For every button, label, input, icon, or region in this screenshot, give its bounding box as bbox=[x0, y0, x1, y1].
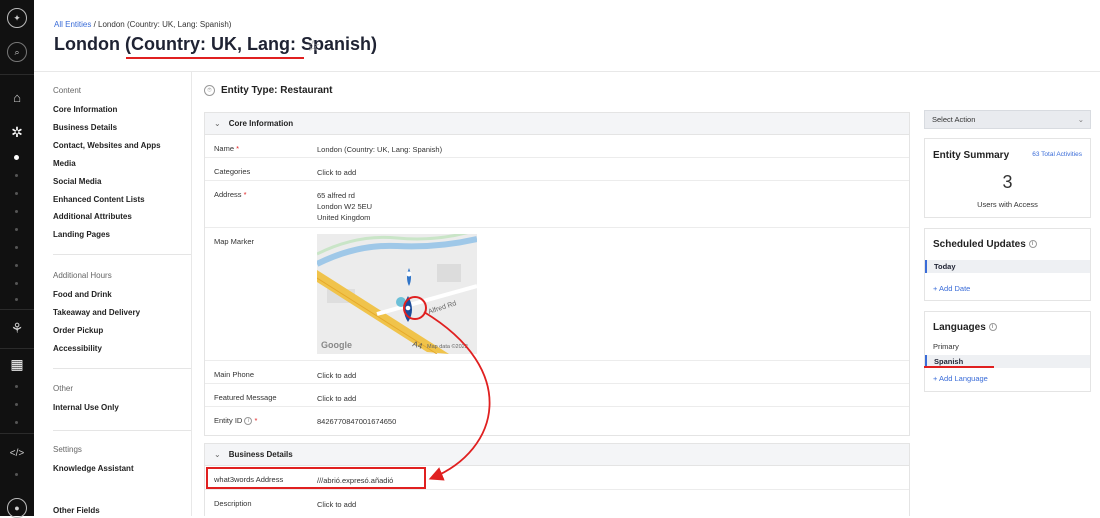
add-date-link[interactable]: + Add Date bbox=[933, 284, 970, 293]
entity-summary-card: Entity Summary 63 Total Activities 3 Use… bbox=[924, 138, 1091, 218]
languages-card: Languages i Primary Spanish + Add Langua… bbox=[924, 311, 1091, 392]
chevron-down-icon: ⌄ bbox=[1077, 115, 1084, 124]
users-with-access-label: Users with Access bbox=[977, 200, 1038, 209]
today-item[interactable]: Today bbox=[925, 260, 1090, 273]
entity-summary-title: Entity Summary bbox=[933, 150, 1010, 161]
select-action-dropdown[interactable]: Select Action ⌄ bbox=[924, 110, 1091, 129]
users-count: 3 bbox=[1002, 172, 1013, 192]
scheduled-updates-title: Scheduled Updates bbox=[933, 239, 1026, 250]
languages-title: Languages bbox=[933, 322, 986, 333]
info-icon[interactable]: i bbox=[988, 323, 997, 332]
annotation-underline-spanish bbox=[924, 366, 994, 368]
select-action-label: Select Action bbox=[932, 115, 976, 124]
add-language-link[interactable]: + Add Language bbox=[933, 374, 988, 383]
info-icon[interactable]: i bbox=[1028, 240, 1037, 249]
scheduled-updates-card: Scheduled Updates i Today + Add Date bbox=[924, 228, 1091, 301]
primary-language-label: Primary bbox=[933, 342, 959, 351]
total-activities-link[interactable]: 63 Total Activities bbox=[1032, 151, 1082, 158]
